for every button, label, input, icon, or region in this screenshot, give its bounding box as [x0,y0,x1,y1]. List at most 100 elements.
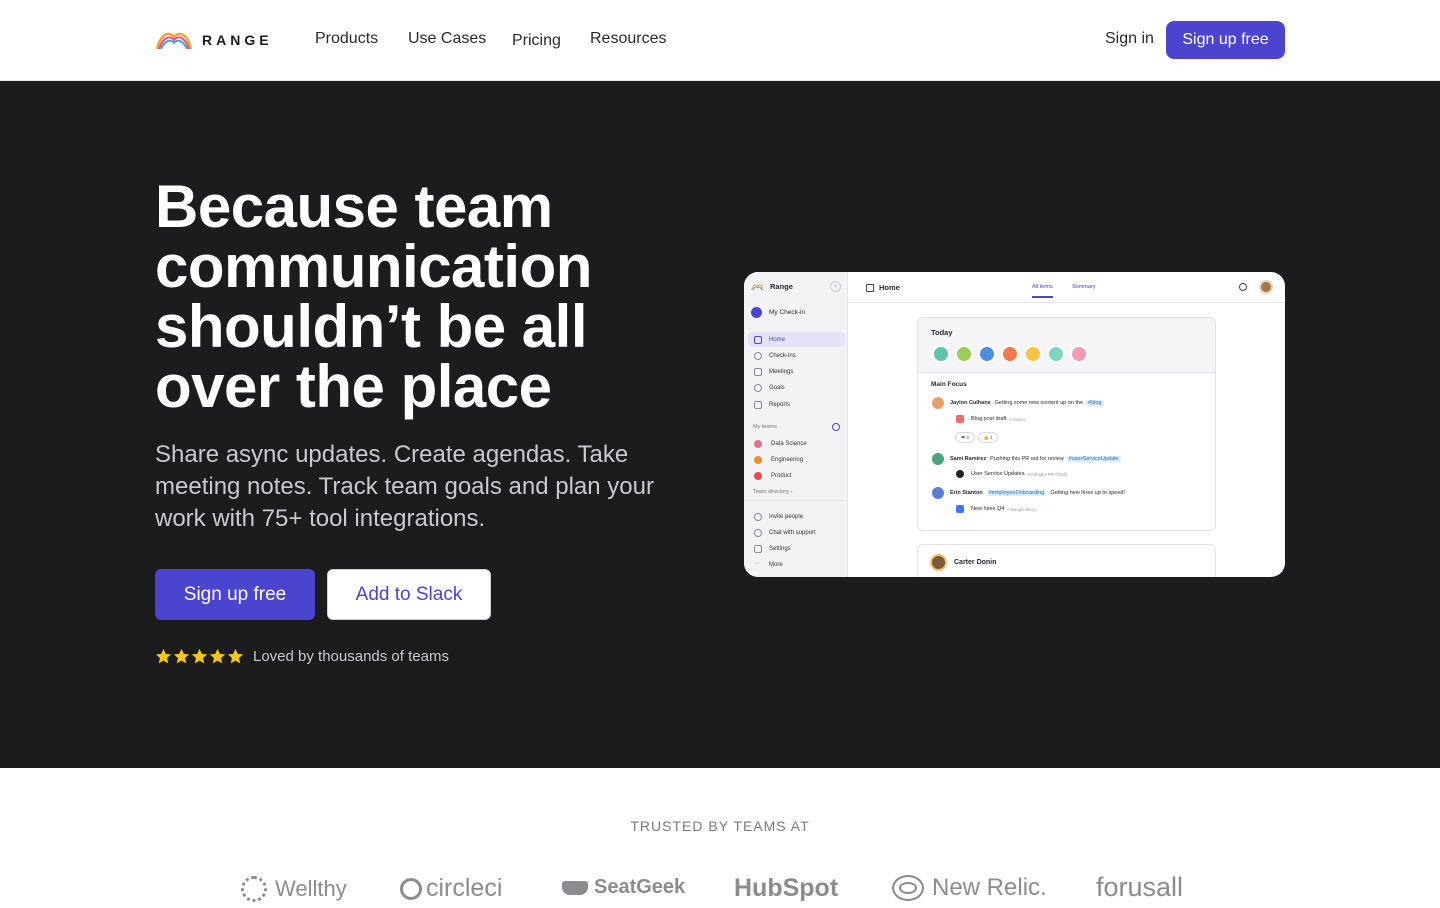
member-card: Carter Donin [917,544,1216,577]
sidebar-item-label: Reports [769,401,791,408]
my-checkin-button[interactable]: My Check-in [751,307,805,318]
sidebar-team-data-science[interactable]: Data Science [748,436,845,451]
logo-text: RANGE [202,32,273,48]
new-relic-logo: New Relic. [892,874,1047,902]
avatar[interactable] [1001,345,1019,363]
page-title-text: Home [879,283,900,292]
seatgeek-logo: SeatGeek [562,876,685,899]
logo-text: forusall [1096,872,1184,902]
invite-icon [754,512,762,521]
sidebar-item-reports[interactable]: Reports [748,397,845,412]
star-icon [209,648,226,664]
nav-sign-up-button[interactable]: Sign up free [1166,21,1285,59]
feed-attachment[interactable]: Blog post draft • Asana [956,415,1025,423]
sidebar-team-engineering[interactable]: Engineering [748,452,845,467]
sidebar-divider [744,500,848,501]
collapse-sidebar-icon[interactable]: ‹ [830,281,841,292]
avatar[interactable] [932,345,950,363]
search-icon[interactable] [1239,283,1247,291]
team-directory-link[interactable]: Team directory › [753,489,792,495]
team-label: Engineering [771,456,804,463]
reactions: ❤ 3 👍 1 [955,432,998,443]
settings-icon [754,544,762,553]
sidebar-item-check-ins[interactable]: Check-ins [748,348,845,363]
hashtag[interactable]: #employeeOnboarding [986,490,1047,496]
sidebar-item-label: Meetings [769,368,794,375]
sidebar-chat-support[interactable]: Chat with support [748,525,845,540]
avatar [932,397,944,409]
tab-summary[interactable]: Summary [1072,284,1096,290]
hero-subtitle: Share async updates. Create agendas. Tak… [155,441,654,532]
sidebar-item-label: Goals [769,384,785,391]
team-label: Product [771,472,792,479]
avatar[interactable] [1024,345,1042,363]
sidebar-item-goals[interactable]: Goals [748,380,845,395]
wellthy-logo: Wellthy [241,876,347,902]
asana-icon [956,415,964,423]
tab-all-items[interactable]: All items [1032,284,1053,298]
nav-link-products[interactable]: Products [315,30,378,48]
avatar[interactable] [1047,345,1065,363]
logo-text: HubSpot [734,874,839,902]
chat-icon [754,528,762,537]
feed-attachment[interactable]: New hires Q4 • Google Docs [956,505,1036,513]
rating: Loved by thousands of teams [155,648,449,665]
new-relic-mark-icon [892,875,924,901]
sign-in-link[interactable]: Sign in [1105,30,1154,48]
avatar [932,453,944,465]
github-icon [956,470,964,478]
star-icon [191,648,208,664]
sidebar-invite-people[interactable]: Invite people [748,509,845,524]
heart-reaction[interactable]: ❤ 3 [955,432,975,443]
avatar[interactable] [955,345,973,363]
sidebar-team-product[interactable]: Product [748,468,845,483]
team-label: Data Science [771,440,807,447]
sign-up-free-button[interactable]: Sign up free [155,569,315,620]
nav-link-pricing[interactable]: Pricing [512,32,561,50]
hero-title: Because team communication shouldn’t be … [155,173,592,420]
sidebar-settings[interactable]: Settings [748,541,845,556]
hubspot-logo: HubSpot [734,874,838,903]
star-icon [155,648,172,664]
range-logo[interactable]: RANGE [155,29,273,51]
team-icon [754,439,762,448]
feed-item: Erin Stanton #employeeOnboarding Getting… [932,487,1125,499]
meetings-icon [754,367,762,376]
sidebar-more[interactable]: ··· More [748,557,845,572]
thumbs-up-reaction[interactable]: 👍 1 [978,432,998,443]
today-card: Today Main Focus Jaylon Culhane Getting … [917,317,1216,531]
logo-text: New Relic. [932,874,1047,901]
sidebar-item-label: Chat with support [769,529,816,536]
avatar[interactable] [978,345,996,363]
logo-text: SeatGeek [594,876,686,898]
sidebar-item-meetings[interactable]: Meetings [748,364,845,379]
attachment-source: • Asana [1009,416,1025,422]
circleci-mark-icon [400,877,422,900]
wellthy-mark-icon [241,876,267,902]
home-icon [866,283,874,292]
hashtag[interactable]: #userServiceUpdate [1066,456,1121,462]
add-to-slack-button[interactable]: Add to Slack [327,569,491,620]
sidebar-item-home[interactable]: Home [748,332,845,347]
forusall-logo: forusall [1096,872,1183,903]
feed-item: Sami Ramirez Pushing this PR out for rev… [932,453,1121,465]
attachment-label: Blog post draft [971,416,1007,422]
customer-logos: Wellthy circleci SeatGeek HubSpot New Re… [0,868,1440,908]
app-screenshot: Range ‹ My Check-in Home Check-ins Meeti… [744,272,1285,577]
team-icon [754,471,762,480]
sidebar-item-label: Settings [769,545,791,552]
feed-item: Jaylon Culhane Getting some new content … [932,397,1104,409]
main-focus-heading: Main Focus [931,381,967,388]
sidebar-item-label: Invite people [769,513,804,520]
hashtag[interactable]: #blog [1086,400,1104,406]
five-stars [155,648,244,665]
nav-link-use-cases[interactable]: Use Cases [408,30,486,48]
attachment-source: • Github • PR #1844 [1027,471,1068,477]
add-team-icon[interactable] [832,423,840,431]
avatar[interactable] [1070,345,1088,363]
rainbow-logo-icon [155,32,193,50]
feed-attachment[interactable]: User Service Updates • Github • PR #1844 [956,470,1068,478]
nav-link-resources[interactable]: Resources [590,30,666,48]
report-icon [754,400,762,409]
user-avatar[interactable] [1259,280,1273,294]
